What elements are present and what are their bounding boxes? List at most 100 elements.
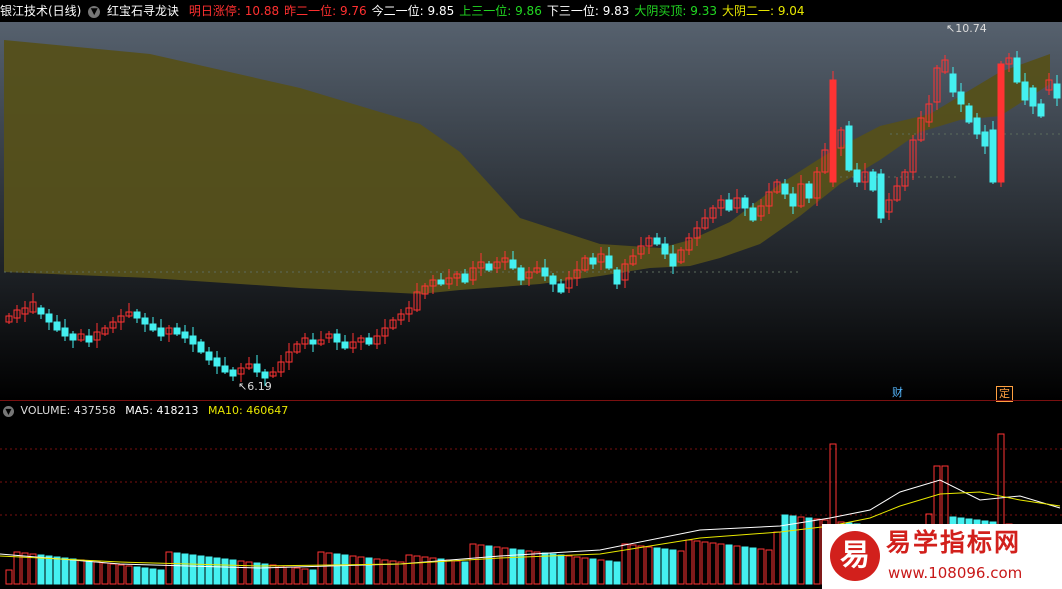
- candle-body: [613, 269, 621, 285]
- volume-bar: [341, 554, 349, 585]
- candle-body: [261, 371, 269, 379]
- candle-body: [549, 275, 557, 285]
- volume-bar: [197, 555, 205, 585]
- volume-bar: [149, 568, 157, 585]
- candle-body: [461, 273, 469, 283]
- candle-body: [605, 255, 613, 269]
- volume-bar: [333, 553, 341, 585]
- indicator-readouts: 明日涨停: 10.88 昨二一位: 9.76 今二一位: 9.85 上三一位: 9.8…: [189, 4, 810, 18]
- candle-body: [365, 337, 373, 345]
- volume-bar: [525, 550, 533, 585]
- candle-body: [949, 73, 957, 93]
- volume-bar: [549, 553, 557, 585]
- price-chart[interactable]: ↖10.74 ↖6.19: [0, 22, 1062, 400]
- candle-body: [333, 333, 341, 343]
- watermark-logo: 易: [830, 531, 880, 581]
- volume-bar: [541, 552, 549, 585]
- volume-bar: [405, 554, 413, 585]
- readout-5: 大阴买顶: 9.33: [634, 4, 717, 18]
- candle-body: [1053, 83, 1061, 99]
- volume-bar: [229, 559, 237, 585]
- candle-body: [829, 79, 837, 183]
- volume-bar: [309, 569, 317, 585]
- volume-bar: [109, 563, 117, 585]
- candle-body: [253, 363, 261, 373]
- candle-body: [669, 253, 677, 267]
- chevron-down-icon[interactable]: ▼: [3, 405, 14, 417]
- volume-bar: [357, 556, 365, 585]
- candle-body: [53, 321, 61, 331]
- volume-bar: [749, 547, 757, 585]
- readout-value: 9.85: [427, 4, 455, 18]
- volume-bar: [261, 563, 269, 585]
- readout-1: 昨二一位: 9.76: [284, 4, 367, 18]
- volume-bar: [469, 543, 477, 585]
- candle-body: [781, 183, 789, 195]
- candle-body: [877, 173, 885, 219]
- readout-label: 下三一位:: [546, 4, 603, 18]
- panel-divider: [0, 400, 1062, 401]
- candle-body: [45, 313, 53, 323]
- volume-bar: [645, 546, 653, 585]
- stock-chart-window: 银江技术(日线) ▼ 红宝石寻龙诀 明日涨停: 10.88 昨二一位: 9.76 今…: [0, 0, 1062, 589]
- volume-bar: [701, 541, 709, 585]
- chevron-down-icon[interactable]: ▼: [88, 5, 101, 18]
- volume-bar: [461, 561, 469, 585]
- volume-bar: [789, 515, 797, 585]
- volume-bar: [717, 543, 725, 585]
- candle-body: [213, 357, 221, 367]
- candle-body: [205, 351, 213, 361]
- readout-0: 明日涨停: 10.88: [189, 4, 279, 18]
- volume-bar: [797, 516, 805, 585]
- candle-body: [1013, 57, 1021, 83]
- volume-bar: [221, 558, 229, 585]
- indicator-name[interactable]: 红宝石寻龙诀: [107, 4, 179, 18]
- candle-body: [173, 327, 181, 335]
- volume-bar: [757, 548, 765, 585]
- volume-bar: [293, 567, 301, 585]
- candle-body: [845, 125, 853, 171]
- candle-body: [149, 323, 157, 331]
- ma5-label: MA5:: [125, 404, 157, 417]
- readout-value: 10.88: [244, 4, 280, 18]
- readout-label: 大阴二一:: [721, 4, 778, 18]
- watermark: 易 易学指标网 www.108096.com: [822, 524, 1062, 589]
- volume-label: VOLUME:: [20, 404, 74, 417]
- volume-bar: [61, 557, 69, 585]
- candle-body: [85, 335, 93, 343]
- volume-bar: [93, 561, 101, 585]
- readout-value: 9.86: [515, 4, 542, 18]
- candle-body: [1021, 81, 1029, 101]
- volume-bar: [237, 560, 245, 585]
- volume-bar: [69, 558, 77, 585]
- readout-value: 9.76: [339, 4, 367, 18]
- volume-bar: [773, 531, 781, 585]
- candle-body: [309, 339, 317, 345]
- readout-label: 明日涨停:: [188, 4, 245, 18]
- volume-bar: [213, 557, 221, 585]
- candle-body: [725, 199, 733, 211]
- chart-header: 银江技术(日线) ▼ 红宝石寻龙诀 明日涨停: 10.88 昨二一位: 9.76 今…: [0, 0, 1062, 22]
- volume-bar: [45, 555, 53, 585]
- tag-cai: 财: [892, 386, 903, 399]
- volume-bar: [165, 551, 173, 585]
- candle-body: [557, 283, 565, 293]
- volume-bar: [493, 546, 501, 585]
- volume-bar: [53, 556, 61, 585]
- volume-bar: [613, 561, 621, 585]
- candle-body: [541, 267, 549, 277]
- volume-bar: [557, 554, 565, 585]
- candle-body: [973, 117, 981, 135]
- readout-label: 上三一位:: [459, 4, 516, 18]
- volume-bar: [173, 552, 181, 585]
- candle-body: [37, 307, 45, 315]
- volume-bar: [445, 559, 453, 585]
- volume-bar: [373, 558, 381, 585]
- volume-bar: [485, 545, 493, 585]
- volume-bar: [381, 559, 389, 585]
- candle-body: [229, 369, 237, 377]
- candle-body: [853, 169, 861, 183]
- volume-bar: [453, 560, 461, 585]
- volume-bar: [685, 539, 693, 585]
- readout-value: 9.04: [777, 4, 805, 18]
